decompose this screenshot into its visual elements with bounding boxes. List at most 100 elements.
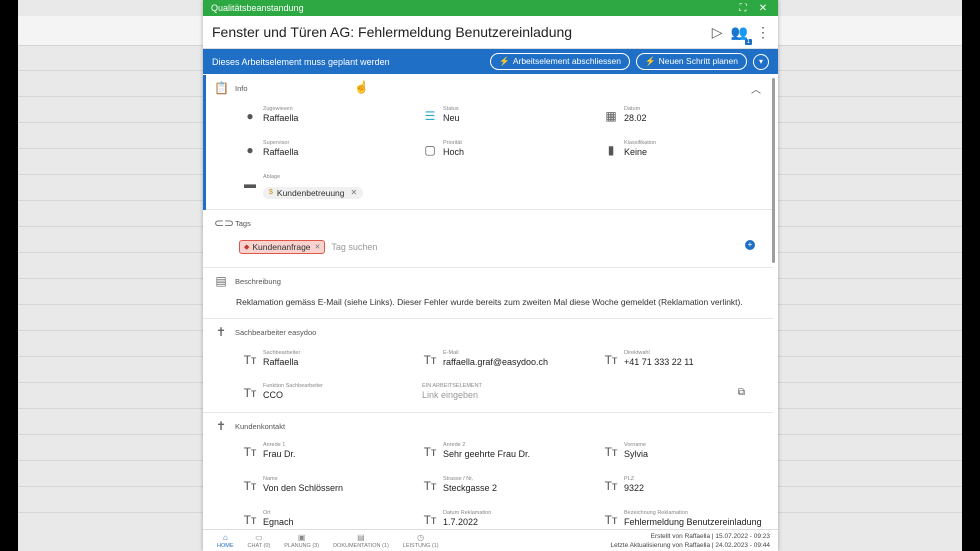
field-label: PLZ [624,476,635,482]
beschreibung-section: ▤ Beschreibung Reklamation gemäss E-Mail… [203,268,773,319]
users-badge: 1 [744,38,752,45]
info-section: 📋 Info ︿ ● Zugewiesen Raffaella ☰ Status N… [203,75,773,210]
field-label: Direktwahl [624,350,650,356]
tab-label: LEISTUNG (1) [402,542,439,549]
field-value: 28.02 [624,113,647,123]
field-datum[interactable]: ▦ Datum 28.02 [603,105,647,124]
field-direktwahl[interactable]: Tт Direktwahl +41 71 333 22 11 [603,349,694,368]
close-icon[interactable]: ✕ [756,3,770,14]
tab-chat[interactable]: ▭ CHAT (0) [248,533,271,549]
field-bezeichnung[interactable]: Tт Bezeichnung Reklamation Fehlermeldung … [603,509,762,528]
field-label: Datum Reklamation [443,510,492,516]
bolt-icon: ⚡ [499,56,510,66]
field-name[interactable]: Tт Name Von den Schlössern [242,475,343,494]
field-supervisor[interactable]: ● Supervisor Raffaella [242,139,298,158]
field-funktion[interactable]: Tт Funktion Sachbearbeiter CCO [242,382,323,401]
scrollbar[interactable] [772,78,775,263]
play-circle-icon[interactable]: ▷ [712,24,723,41]
sachbearbeiter-label: Sachbearbeiter easydoo [235,327,317,337]
field-value: CCO [263,390,283,400]
clipboard-icon: 📋 [214,81,229,95]
field-vorname[interactable]: Tт Vorname Sylvia [603,441,648,460]
field-ort[interactable]: Tт Ort Egnach [242,509,294,528]
field-label: Strasse / Nr. [443,476,474,482]
tag-search-input[interactable]: Tag suchen [331,242,377,253]
field-value: Fehlermeldung Benutzereinladung [624,517,762,527]
window-title: Qualitätsbeanstandung [211,3,304,13]
tab-home[interactable]: ⌂ HOME [217,533,234,549]
field-prioritaet[interactable]: ▢ Priorität Hoch [422,139,464,158]
link-input[interactable]: Link eingeben [422,390,482,401]
dialog-header: Fenster und Türen AG: Fehlermeldung Benu… [203,16,778,49]
tags-label: Tags [235,218,251,228]
description-text[interactable]: Reklamation gemäss E-Mail (siehe Links).… [236,297,743,307]
remove-chip-icon[interactable]: ✕ [351,188,358,197]
field-link-arbeitselement[interactable]: EIN ARBEITSELEMENT Link eingeben [422,382,482,401]
main-content[interactable]: 📋 Info ︿ ● Zugewiesen Raffaella ☰ Status N… [203,75,778,529]
field-sachbearbeiter[interactable]: Tт Sachbearbeiter Raffaella [242,349,301,368]
field-strasse[interactable]: Tт Strasse / Nr. Steckgasse 2 [422,475,497,494]
title-bar: Qualitätsbeanstandung ⛶ ✕ [203,0,778,16]
field-value: Steckgasse 2 [443,483,498,493]
text-type-icon: Tт [243,353,257,367]
text-type-icon: Tт [423,353,437,367]
clock-icon: ◷ [417,532,425,542]
info-label: Info [235,83,248,93]
book-icon: ▮ [607,143,615,157]
field-value: Frau Dr. [263,449,296,459]
field-value: raffaella.graf@easydoo.ch [443,357,549,367]
fullscreen-icon[interactable]: ⛶ [736,3,750,14]
users-icon[interactable]: 👥 1 [731,24,752,45]
field-klassifikation[interactable]: ▮ Klassifikation Keine [603,139,656,158]
calendar-icon: ▦ [605,109,617,123]
add-circle-icon[interactable]: + [745,240,755,250]
action-bar: Dieses Arbeitselement muss geplant werde… [203,49,778,74]
field-value: Keine [624,147,648,157]
sachbearbeiter-header: ✝ Sachbearbeiter easydoo [203,319,773,345]
chip-label: Kundenbetreuung [276,187,345,198]
remove-tag-icon[interactable]: ✕ [315,243,321,251]
beschreibung-header: ▤ Beschreibung [203,268,773,294]
plan-step-button[interactable]: ⚡ Neuen Schritt planen [636,53,747,70]
tab-label: PLANUNG (3) [284,542,320,549]
chevron-down-icon[interactable]: ▾ [753,53,769,70]
field-label: Funktion Sachbearbeiter [263,383,323,389]
priority-icon: ▢ [424,143,436,157]
chevron-up-icon[interactable]: ︿ [751,81,761,96]
tag-chip[interactable]: ◆ Kundenanfrage ✕ [239,240,326,254]
info-header[interactable]: 📋 Info ︿ [203,75,773,101]
mouse-cursor-icon: ☝ [354,80,369,94]
close-item-label: Arbeitselement abschliessen [512,56,622,66]
folder-icon: ▬ [244,177,256,191]
field-email[interactable]: Tт E-Mail raffaella.graf@easydoo.ch [422,349,548,368]
ablage-chip[interactable]: $ Kundenbetreuung ✕ [263,186,364,199]
close-item-button[interactable]: ⚡ Arbeitselement abschliessen [490,53,631,70]
tag-icon: ◆ [244,244,250,251]
tags-section: ⊂⊃ Tags ◆ Kundenanfrage ✕ Tag suchen + [203,210,773,268]
planning-hint: Dieses Arbeitselement muss geplant werde… [212,56,390,67]
field-anrede1[interactable]: Tт Anrede 1 Frau Dr. [242,441,296,460]
tags-header: ⊂⊃ Tags [203,210,773,236]
more-vert-icon[interactable]: ⋮ [756,24,770,41]
plan-step-label: Neuen Schritt planen [658,56,738,66]
document-icon: ▤ [215,274,227,288]
field-status[interactable]: ☰ Status Neu [422,105,460,124]
tab-dokumentation[interactable]: ▤ DOKUMENTATION (1) [333,533,389,549]
dialog: Qualitätsbeanstandung ⛶ ✕ Fenster und Tü… [203,0,778,551]
field-anrede2[interactable]: Tт Anrede 2 Sehr geehrte Frau Dr. [422,441,530,460]
text-type-icon: Tт [423,479,437,493]
field-value: Hoch [443,147,465,157]
planning-icon: ▣ [297,532,306,542]
external-link-icon[interactable]: ⧉ [738,387,745,398]
tab-label: DOKUMENTATION (1) [333,542,389,549]
tab-planung[interactable]: ▣ PLANUNG (3) [284,533,319,549]
field-label: EIN ARBEITSELEMENT [422,383,482,389]
field-datum-reklamation[interactable]: Tт Datum Reklamation 1.7.2022 [422,509,492,528]
text-type-icon: Tт [243,445,257,459]
text-type-icon: Tт [423,445,437,459]
field-plz[interactable]: Tт PLZ 9322 [603,475,644,494]
field-zugewiesen[interactable]: ● Zugewiesen Raffaella [242,105,298,124]
field-ablage[interactable]: ▬ Ablage $ Kundenbetreuung ✕ [242,173,364,199]
tab-leistung[interactable]: ◷ LEISTUNG (1) [403,533,439,549]
field-value: Raffaella [263,147,299,157]
